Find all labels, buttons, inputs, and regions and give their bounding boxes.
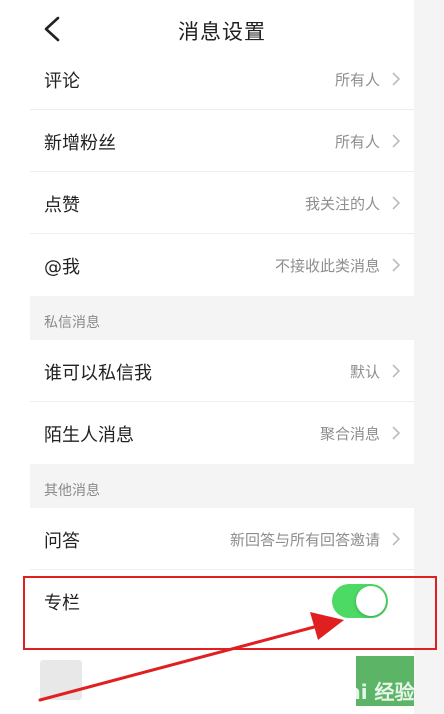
setting-label: 陌生人消息: [44, 425, 134, 446]
section-header-private: 私信消息: [30, 296, 414, 340]
column-toggle-switch[interactable]: [332, 584, 388, 618]
chevron-right-icon: [392, 532, 401, 546]
toggle-knob: [356, 586, 386, 616]
left-margin: [0, 0, 30, 714]
chevron-right-icon: [392, 134, 401, 148]
setting-label: 问答: [44, 531, 80, 552]
setting-row-who-can-message[interactable]: 谁可以私信我 默认: [30, 340, 414, 402]
settings-list: 评论 所有人 新增粉丝 所有人 点赞 我关注的人 @我 不接收此类消息 私信消息…: [30, 48, 414, 632]
setting-value: 默认: [349, 363, 380, 381]
setting-value: 新回答与所有回答邀请: [229, 531, 380, 549]
blurred-area: [40, 660, 82, 700]
chevron-right-icon: [392, 258, 401, 272]
chevron-right-icon: [392, 72, 401, 86]
section-header-other: 其他消息: [30, 464, 414, 508]
setting-row-comment[interactable]: 评论 所有人: [30, 48, 414, 110]
setting-value: 所有人: [334, 133, 380, 151]
screen: 消息设置 评论 所有人 新增粉丝 所有人 点赞 我关注的人 @我 不接收此类消息…: [0, 0, 444, 714]
setting-row-column: 专栏: [30, 570, 414, 632]
setting-row-stranger-messages[interactable]: 陌生人消息 聚合消息: [30, 402, 414, 464]
setting-value: 不接收此类消息: [274, 257, 380, 275]
chevron-right-icon: [392, 426, 401, 440]
setting-value: 所有人: [334, 71, 380, 89]
section-title: 私信消息: [44, 315, 100, 331]
setting-label: 点赞: [44, 195, 80, 216]
setting-row-qa[interactable]: 问答 新回答与所有回答邀请: [30, 508, 414, 570]
setting-label: 评论: [44, 71, 80, 92]
chevron-right-icon: [392, 196, 401, 210]
right-margin: [414, 0, 444, 714]
setting-label: 新增粉丝: [44, 133, 116, 154]
setting-value: 聚合消息: [319, 425, 380, 443]
chevron-right-icon: [392, 364, 401, 378]
page-title: 消息设置: [178, 20, 266, 44]
setting-label: 谁可以私信我: [44, 363, 152, 384]
section-title: 其他消息: [44, 483, 100, 499]
setting-row-new-fans[interactable]: 新增粉丝 所有人: [30, 110, 414, 172]
setting-value: 我关注的人: [304, 195, 380, 213]
baidu-watermark: Bai 经验: [332, 680, 415, 704]
setting-row-likes[interactable]: 点赞 我关注的人: [30, 172, 414, 234]
setting-label: @我: [44, 257, 80, 278]
setting-label: 专栏: [44, 593, 80, 614]
setting-row-mentions[interactable]: @我 不接收此类消息: [30, 234, 414, 296]
